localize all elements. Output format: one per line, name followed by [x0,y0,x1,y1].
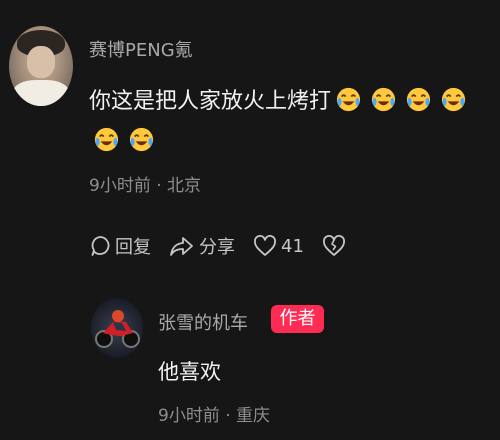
reply-icon [91,236,110,256]
crying-laughing-emoji [129,127,154,152]
crying-laughing-emoji [336,87,361,112]
crying-laughing-emoji [406,87,431,112]
author-badge: 作者 [271,305,324,333]
comment-actions: 回复 分享 41 [89,232,368,260]
comment-username[interactable]: 赛博PENG氪 [89,36,193,62]
share-label: 分享 [199,237,235,258]
reply-username[interactable]: 张雪的机车 [158,309,248,335]
comment-meta: 9小时前 · 北京 [89,176,202,196]
share-icon [170,237,193,256]
avatar-shirt [13,80,69,106]
reply-button[interactable]: 回复 [89,233,151,259]
heart-icon [254,235,276,256]
crying-laughing-emoji [371,87,396,112]
share-button[interactable]: 分享 [169,233,235,259]
comment-text: 你这是把人家放火上烤打 [89,82,484,162]
like-button[interactable]: 41 [253,235,304,257]
reply-meta: 9小时前 · 重庆 [158,406,271,426]
crying-laughing-emoji [94,127,119,152]
reply-item: 张雪的机车 作者 他喜欢 9小时前 · 重庆 [91,298,491,428]
reply-label: 回复 [115,237,151,258]
motorcycle-icon [95,310,140,348]
broken-heart-icon [322,235,345,256]
user-avatar[interactable] [9,26,73,106]
crying-laughing-emoji [441,87,466,112]
like-count: 41 [281,235,304,257]
reply-avatar[interactable] [91,298,143,358]
comment-body: 你这是把人家放火上烤打 [89,89,332,114]
reply-text: 他喜欢 [158,360,221,384]
avatar-face [27,46,55,78]
dislike-button[interactable] [322,235,350,257]
